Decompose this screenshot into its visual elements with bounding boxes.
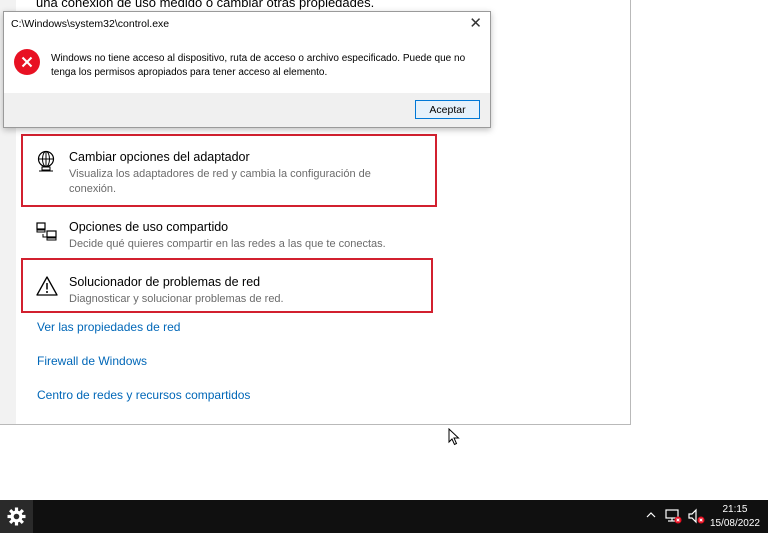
- mouse-cursor-icon: [448, 428, 460, 446]
- highlight-box-adapter: [21, 134, 437, 207]
- highlight-box-troubleshooter: [21, 258, 433, 313]
- link-network-properties[interactable]: Ver las propiedades de red: [37, 320, 180, 334]
- link-firewall[interactable]: Firewall de Windows: [37, 354, 147, 368]
- dialog-title: C:\Windows\system32\control.exe: [11, 18, 170, 30]
- error-dialog: C:\Windows\system32\control.exe ✕ Window…: [3, 11, 491, 128]
- dialog-footer: Aceptar: [4, 93, 490, 127]
- system-clock[interactable]: 21:15 15/08/2022: [710, 503, 760, 531]
- volume-muted-icon[interactable]: [687, 508, 705, 524]
- taskbar: 21:15 15/08/2022: [0, 500, 768, 533]
- link-network-center[interactable]: Centro de redes y recursos compartidos: [37, 388, 250, 402]
- settings-taskbar-button[interactable]: [0, 500, 33, 533]
- close-button[interactable]: ✕: [469, 14, 482, 32]
- chevron-up-icon[interactable]: [645, 508, 657, 522]
- ok-button[interactable]: Aceptar: [415, 100, 480, 119]
- network-disconnected-icon[interactable]: [664, 508, 682, 524]
- gear-icon: [7, 507, 26, 526]
- error-icon: [14, 49, 40, 75]
- option-desc: Decide qué quieres compartir en las rede…: [69, 238, 386, 250]
- partial-description: una conexión de uso medido o cambiar otr…: [36, 0, 375, 10]
- sharing-icon: [36, 222, 57, 241]
- clock-date: 15/08/2022: [709, 518, 760, 529]
- clock-time: 21:15: [722, 504, 748, 515]
- option-title: Opciones de uso compartido: [69, 220, 229, 234]
- dialog-message: Windows no tiene acceso al dispositivo, …: [51, 53, 466, 78]
